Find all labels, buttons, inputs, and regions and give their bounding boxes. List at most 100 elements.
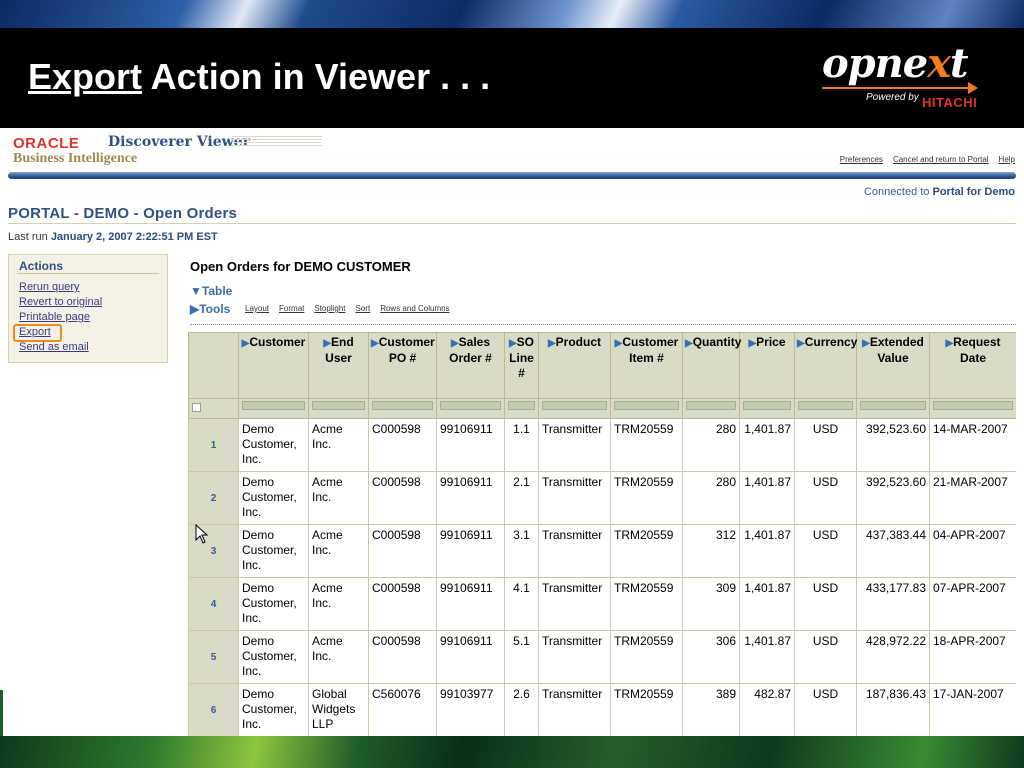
printable-page-link[interactable]: Printable page — [19, 311, 90, 323]
tool-links: Layout Format Stoplight Sort Rows and Column… — [245, 304, 460, 313]
mouse-pointer-icon — [195, 524, 209, 544]
row-header-corner — [188, 332, 239, 399]
logo-powered-by: Powered by — [866, 92, 919, 103]
sort-arrow-icon[interactable]: ▶ — [862, 338, 870, 349]
sort-arrow-icon[interactable]: ▶ — [451, 338, 459, 349]
filter-bar[interactable] — [860, 401, 926, 410]
column-header[interactable]: ▶Customer — [238, 332, 309, 399]
sort-arrow-icon[interactable]: ▶ — [323, 338, 331, 349]
table-cell: 389 — [682, 683, 740, 736]
decorative-bottom-band — [0, 736, 1024, 768]
table-cell: Acme Inc. — [308, 471, 369, 525]
column-header[interactable]: ▶Currency — [794, 332, 857, 399]
column-header[interactable]: ▶End User — [308, 332, 369, 399]
column-filter[interactable] — [856, 398, 930, 419]
column-header[interactable]: ▶Customer PO # — [368, 332, 437, 399]
rows-and-columns-link[interactable]: Rows and Columns — [380, 304, 449, 313]
column-filter[interactable] — [610, 398, 683, 419]
column-filter[interactable] — [929, 398, 1016, 419]
table-row[interactable]: 4 Demo Customer, Inc. Acme Inc. C000598 9910… — [188, 577, 1016, 631]
table-row[interactable]: 1 Demo Customer, Inc. Acme Inc. C000598 9910… — [188, 418, 1016, 472]
filter-bar[interactable] — [933, 401, 1013, 410]
column-filter[interactable] — [682, 398, 740, 419]
table-cell: TRM20559 — [610, 471, 683, 525]
table-cell: Global Widgets LLP — [308, 683, 369, 736]
select-all-checkbox[interactable] — [192, 403, 201, 412]
connected-target: Portal for Demo — [932, 186, 1015, 198]
row-number: 2 — [188, 471, 239, 525]
table-row[interactable]: 5 Demo Customer, Inc. Acme Inc. C000598 9910… — [188, 630, 1016, 684]
product-subtitle: Business Intelligence — [13, 151, 138, 166]
preferences-link[interactable]: Preferences — [840, 155, 883, 164]
opnext-logo: opnext Powered by HITACHI — [822, 40, 1002, 116]
column-header[interactable]: ▶Price — [739, 332, 795, 399]
column-filter[interactable] — [794, 398, 857, 419]
table-cell: 280 — [682, 471, 740, 525]
stoplight-link[interactable]: Stoplight — [314, 304, 345, 313]
sort-arrow-icon[interactable]: ▶ — [797, 338, 805, 349]
table-row[interactable]: 2 Demo Customer, Inc. Acme Inc. C000598 9910… — [188, 471, 1016, 525]
filter-bar[interactable] — [686, 401, 736, 410]
return-to-portal-link[interactable]: Cancel and return to Portal — [893, 155, 989, 164]
table-row[interactable]: 3 Demo Customer, Inc. Acme Inc. C000598 9910… — [188, 524, 1016, 578]
sort-arrow-icon[interactable]: ▶ — [371, 338, 379, 349]
column-header[interactable]: ▶Customer Item # — [610, 332, 683, 399]
column-header[interactable]: ▶Quantity — [682, 332, 742, 399]
column-filter[interactable] — [436, 398, 505, 419]
table-toggle[interactable]: ▼Table — [190, 284, 232, 298]
column-header-label: Request Date — [953, 335, 1001, 365]
column-header-label: Price — [756, 335, 786, 349]
column-header[interactable]: ▶Extended Value — [856, 332, 930, 399]
revert-to-original-link[interactable]: Revert to original — [19, 296, 102, 308]
column-header[interactable]: ▶SO Line # — [504, 332, 539, 399]
column-header-label: Quantity — [692, 335, 742, 349]
layout-link[interactable]: Layout — [245, 304, 269, 313]
table-cell: Demo Customer, Inc. — [238, 418, 309, 472]
table-row[interactable]: 6 Demo Customer, Inc. Global Widgets LLP C5… — [188, 683, 1016, 736]
filter-bar[interactable] — [542, 401, 607, 410]
filter-bar[interactable] — [372, 401, 433, 410]
column-filter[interactable] — [739, 398, 795, 419]
tools-divider — [190, 324, 1016, 325]
column-header-label: Customer — [249, 335, 306, 349]
rerun-query-link[interactable]: Rerun query — [19, 281, 80, 293]
filter-bar[interactable] — [312, 401, 365, 410]
table-cell: Acme Inc. — [308, 524, 369, 578]
sort-arrow-icon[interactable]: ▶ — [548, 338, 556, 349]
column-header[interactable]: ▶Product — [538, 332, 611, 399]
column-filter[interactable] — [538, 398, 611, 419]
sort-arrow-icon[interactable]: ▶ — [509, 338, 517, 349]
header-decoration — [232, 136, 322, 148]
expand-triangle-icon: ▼ — [190, 284, 202, 298]
column-header[interactable]: ▶Request Date — [929, 332, 1016, 399]
table-cell: 280 — [682, 418, 740, 472]
table-cell: Demo Customer, Inc. — [238, 524, 309, 578]
filter-bar[interactable] — [242, 401, 305, 410]
table-cell: 18-APR-2007 — [929, 630, 1016, 684]
filter-bar[interactable] — [440, 401, 501, 410]
help-link[interactable]: Help — [999, 155, 1015, 164]
column-filter[interactable] — [308, 398, 369, 419]
table-cell: USD — [794, 683, 857, 736]
sort-link[interactable]: Sort — [356, 304, 371, 313]
column-filter[interactable] — [504, 398, 539, 419]
decorative-left-edge — [0, 690, 3, 736]
column-filter[interactable] — [368, 398, 437, 419]
column-header[interactable]: ▶Sales Order # — [436, 332, 505, 399]
filter-bar[interactable] — [508, 401, 535, 410]
table-cell: Demo Customer, Inc. — [238, 630, 309, 684]
page-title: PORTAL - DEMO - Open Orders — [8, 205, 238, 222]
sort-arrow-icon[interactable]: ▶ — [685, 338, 693, 349]
send-as-email-link[interactable]: Send as email — [19, 341, 89, 353]
logo-hitachi: HITACHI — [922, 95, 978, 110]
last-run-value: January 2, 2007 2:22:51 PM EST — [50, 231, 218, 243]
tools-toggle[interactable]: ▶Tools — [190, 302, 230, 316]
filter-bar[interactable] — [798, 401, 853, 410]
table-cell: 312 — [682, 524, 740, 578]
row-number: 1 — [188, 418, 239, 472]
filter-bar[interactable] — [614, 401, 679, 410]
filter-bar[interactable] — [743, 401, 791, 410]
format-link[interactable]: Format — [279, 304, 304, 313]
table-cell: Demo Customer, Inc. — [238, 471, 309, 525]
column-filter[interactable] — [238, 398, 309, 419]
